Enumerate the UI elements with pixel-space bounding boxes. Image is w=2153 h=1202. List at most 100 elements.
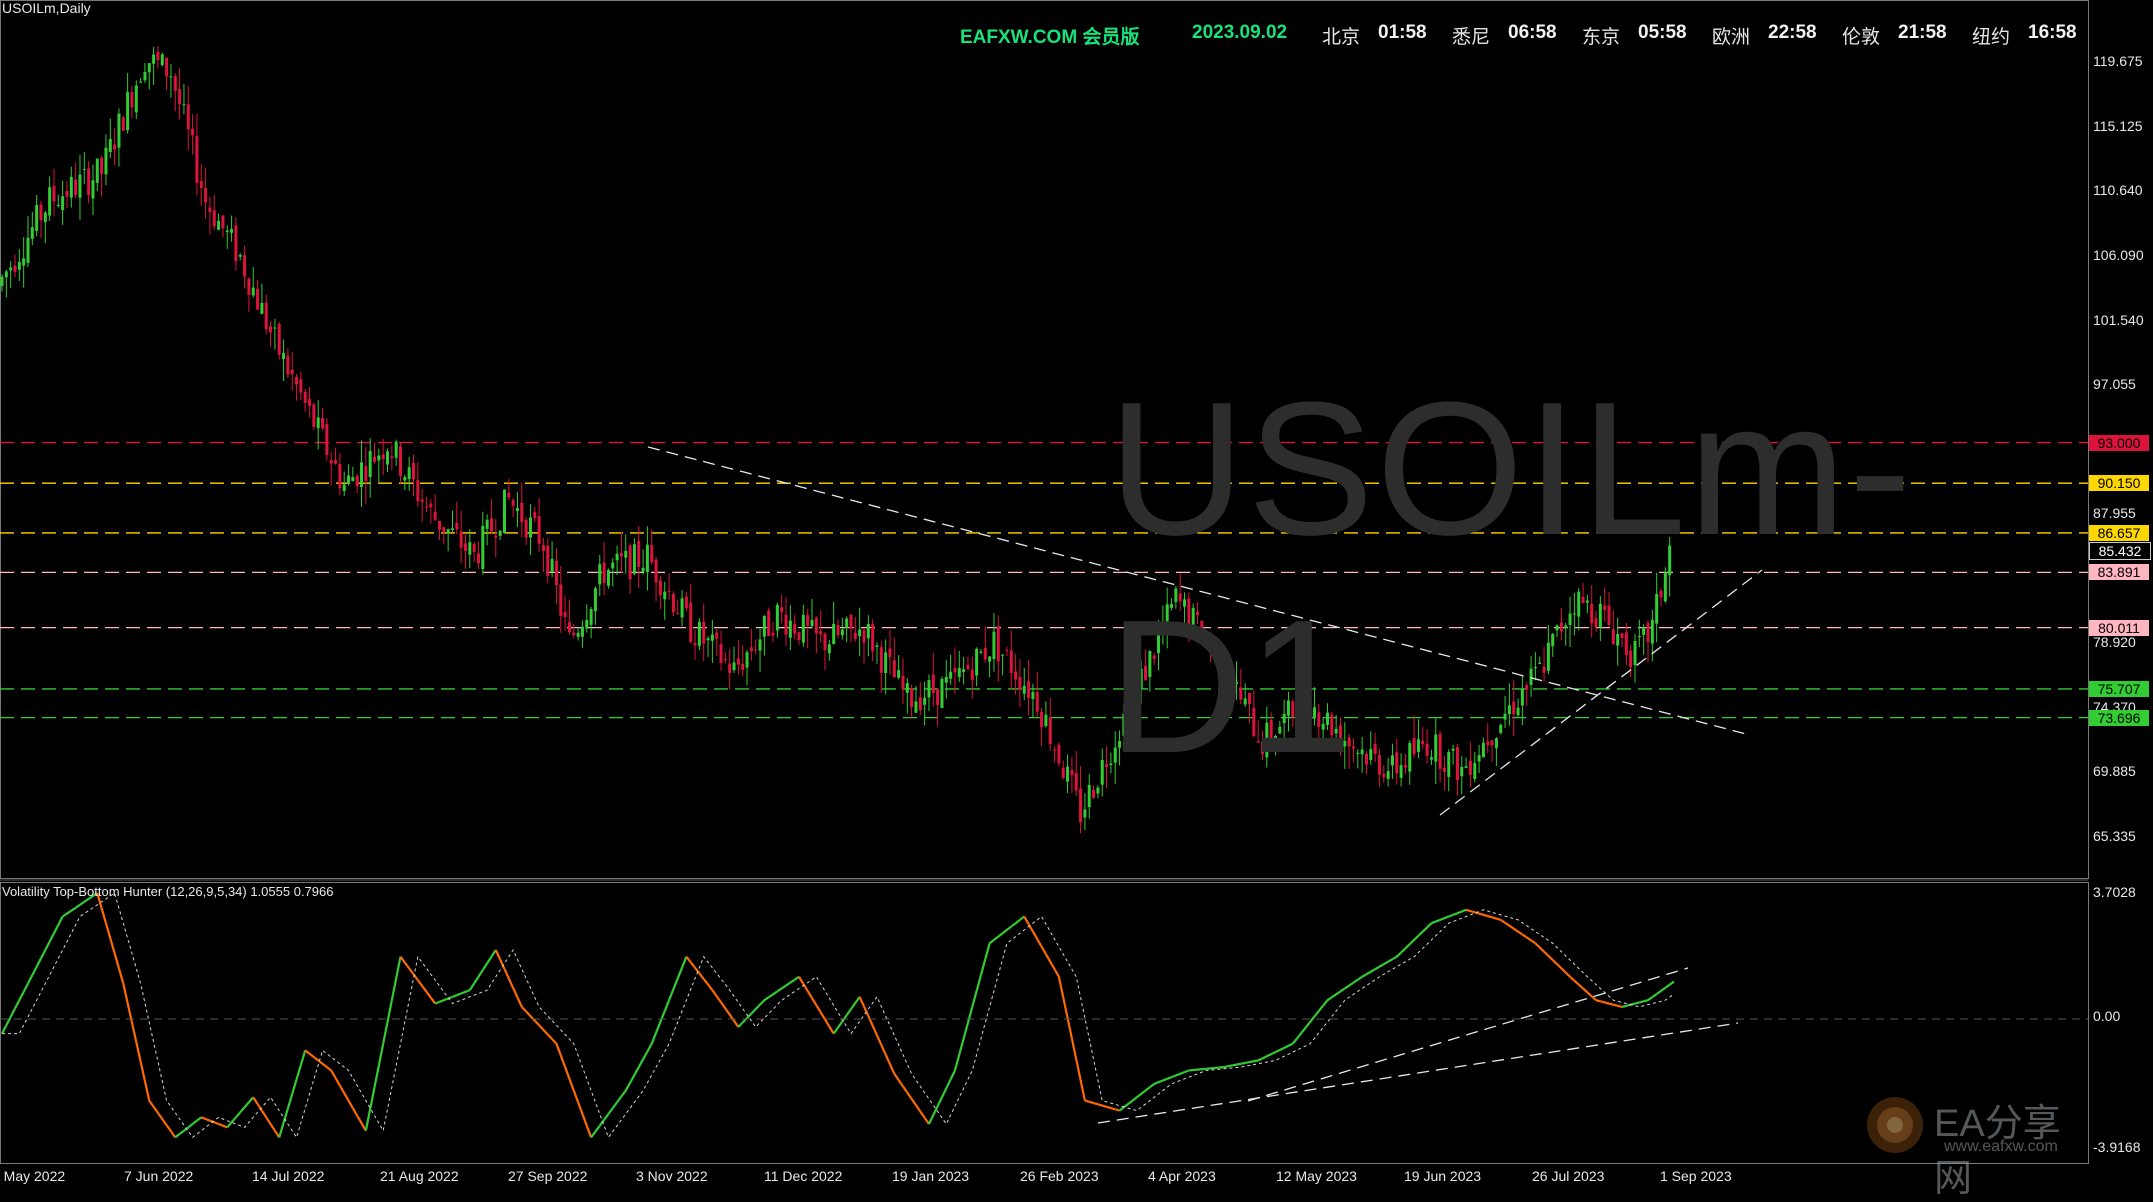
candle[interactable] <box>927 674 930 711</box>
candle[interactable] <box>624 534 627 573</box>
candle[interactable] <box>187 86 190 150</box>
candle[interactable] <box>685 592 688 612</box>
candle[interactable] <box>975 647 978 686</box>
candle[interactable] <box>213 195 216 231</box>
candle[interactable] <box>382 439 385 475</box>
candle[interactable] <box>286 348 289 378</box>
oscillator-trend-lines[interactable] <box>1098 968 1738 1123</box>
candle[interactable] <box>932 653 935 706</box>
candle[interactable] <box>278 322 281 359</box>
candle[interactable] <box>798 632 801 645</box>
candle[interactable] <box>750 629 753 661</box>
candle[interactable] <box>256 280 259 311</box>
candle[interactable] <box>1010 630 1013 689</box>
candle[interactable] <box>672 591 675 616</box>
candle[interactable] <box>763 615 766 656</box>
candle[interactable] <box>780 595 783 624</box>
candle[interactable] <box>26 216 29 267</box>
candle[interactable] <box>87 161 90 203</box>
candle[interactable] <box>221 215 224 237</box>
candle[interactable] <box>802 605 805 647</box>
candle[interactable] <box>633 538 636 575</box>
candle[interactable] <box>564 596 567 630</box>
candle[interactable] <box>304 389 307 412</box>
candle[interactable] <box>109 119 112 158</box>
candle[interactable] <box>460 511 463 564</box>
candle[interactable] <box>581 620 584 647</box>
candle[interactable] <box>568 600 571 635</box>
candle[interactable] <box>984 626 987 662</box>
candle[interactable] <box>282 340 285 381</box>
candle[interactable] <box>1036 672 1039 717</box>
candle[interactable] <box>681 590 684 626</box>
candle[interactable] <box>65 181 68 208</box>
candle[interactable] <box>698 618 701 650</box>
candle[interactable] <box>971 657 974 699</box>
candle[interactable] <box>689 584 692 644</box>
candle[interactable] <box>57 195 60 208</box>
candle[interactable] <box>555 548 558 604</box>
candle[interactable] <box>940 677 943 709</box>
candle[interactable] <box>434 494 437 521</box>
candle[interactable] <box>178 68 181 119</box>
candle[interactable] <box>499 530 502 540</box>
candle[interactable] <box>239 253 242 260</box>
candle[interactable] <box>538 498 541 552</box>
candle[interactable] <box>139 78 142 83</box>
candle[interactable] <box>819 610 822 642</box>
candle[interactable] <box>862 628 865 664</box>
candle[interactable] <box>369 438 372 498</box>
candle[interactable] <box>22 237 25 288</box>
candle[interactable] <box>122 116 125 132</box>
osc-trend-line[interactable] <box>1248 968 1688 1101</box>
candle[interactable] <box>438 521 441 540</box>
candle[interactable] <box>100 156 103 197</box>
candle[interactable] <box>659 576 662 609</box>
candle[interactable] <box>425 497 428 512</box>
candle[interactable] <box>61 181 64 225</box>
candle[interactable] <box>169 64 172 98</box>
candle[interactable] <box>525 517 528 545</box>
candle[interactable] <box>1066 755 1069 794</box>
candle[interactable] <box>351 467 354 482</box>
candle[interactable] <box>585 604 588 632</box>
candle[interactable] <box>1092 786 1095 799</box>
candle[interactable] <box>490 499 493 534</box>
candle[interactable] <box>1075 751 1078 796</box>
candle[interactable] <box>715 628 718 656</box>
candle[interactable] <box>291 352 294 391</box>
candle[interactable] <box>577 627 580 640</box>
candle[interactable] <box>512 498 515 517</box>
osc-trend-line[interactable] <box>1098 1023 1738 1123</box>
candle[interactable] <box>841 618 844 640</box>
candle[interactable] <box>849 614 852 642</box>
candle[interactable] <box>156 46 159 69</box>
candle[interactable] <box>824 632 827 670</box>
candle[interactable] <box>551 542 554 577</box>
candle[interactable] <box>78 155 81 220</box>
candle[interactable] <box>468 529 471 568</box>
candle[interactable] <box>741 645 744 677</box>
candle[interactable] <box>590 607 593 638</box>
candle[interactable] <box>247 277 250 312</box>
candle[interactable] <box>295 374 298 401</box>
candle[interactable] <box>629 543 632 593</box>
candle[interactable] <box>230 215 233 241</box>
candle[interactable] <box>299 372 302 401</box>
candle[interactable] <box>464 535 467 569</box>
candle[interactable] <box>182 84 185 114</box>
candle[interactable] <box>330 452 333 486</box>
candle[interactable] <box>360 440 363 506</box>
candle[interactable] <box>893 638 896 678</box>
oscillator-series[interactable] <box>2 893 1674 1137</box>
candle[interactable] <box>473 542 476 562</box>
candle[interactable] <box>1044 701 1047 727</box>
candle[interactable] <box>35 195 38 236</box>
candle[interactable] <box>104 134 107 185</box>
candle[interactable] <box>191 114 194 154</box>
candle[interactable] <box>217 214 220 231</box>
candle[interactable] <box>655 557 658 601</box>
candle[interactable] <box>1023 668 1026 700</box>
candle[interactable] <box>386 448 389 472</box>
candle[interactable] <box>594 586 597 624</box>
